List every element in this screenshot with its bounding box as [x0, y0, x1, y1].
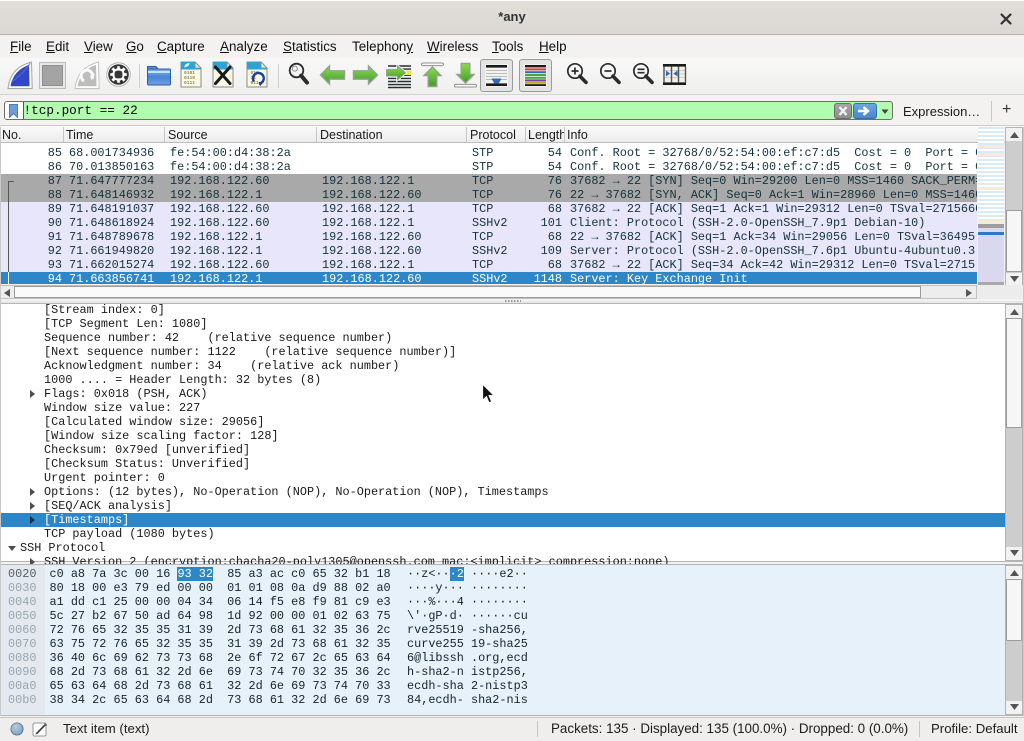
svg-text:0111: 0111 — [184, 80, 195, 86]
